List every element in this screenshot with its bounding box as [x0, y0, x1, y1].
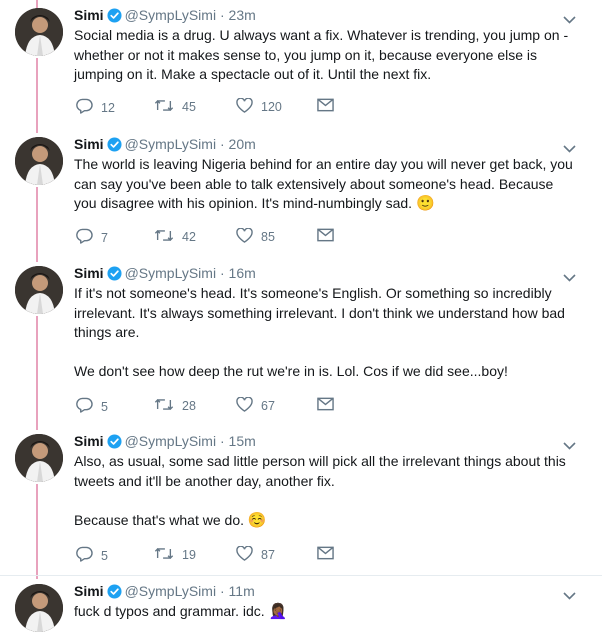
like-button[interactable]: 67 — [236, 396, 275, 415]
reply-button[interactable]: 12 — [76, 98, 115, 117]
dm-button[interactable] — [317, 397, 342, 414]
user-handle[interactable]: @SympLySimi — [125, 136, 217, 152]
user-handle[interactable]: @SympLySimi — [125, 583, 217, 599]
separator: · — [219, 7, 225, 23]
user-handle[interactable]: @SympLySimi — [125, 265, 217, 281]
tweet[interactable]: Simi @SympLySimi · 15m Also, as usual, so… — [0, 426, 602, 575]
envelope-icon — [317, 397, 342, 414]
display-name[interactable]: Simi — [74, 583, 104, 599]
timestamp[interactable]: 20m — [229, 136, 256, 152]
retweet-count: 42 — [182, 230, 196, 244]
avatar[interactable] — [15, 434, 63, 482]
reply-icon — [76, 228, 101, 247]
verified-badge-icon — [107, 434, 122, 454]
like-count: 67 — [261, 399, 275, 413]
dm-button[interactable] — [317, 546, 342, 563]
tweet-paragraph: Social media is a drug. U always want a … — [74, 27, 569, 82]
avatar[interactable] — [15, 266, 63, 314]
heart-icon — [236, 545, 261, 564]
tweet-paragraph: Because that's what we do. — [74, 511, 244, 528]
display-name[interactable]: Simi — [74, 136, 104, 152]
tweet[interactable]: Simi @SympLySimi · 11m fuck d typos and g… — [0, 575, 602, 632]
retweet-icon — [154, 228, 182, 246]
tweet-paragraph: fuck d typos and grammar. idc. — [74, 603, 265, 619]
tweet-text: If it's not someone's head. It's someone… — [74, 284, 574, 382]
reply-button[interactable]: 7 — [76, 228, 108, 247]
reply-count: 5 — [101, 548, 108, 563]
timestamp[interactable]: 16m — [229, 265, 256, 281]
verified-badge-icon — [107, 8, 122, 28]
envelope-icon — [317, 546, 342, 563]
timestamp[interactable]: 11m — [229, 583, 255, 599]
tweet-text: The world is leaving Nigeria behind for … — [74, 155, 574, 214]
envelope-icon — [317, 228, 342, 245]
avatar[interactable] — [15, 137, 63, 185]
tweet-paragraph: If it's not someone's head. It's someone… — [74, 285, 565, 340]
dm-button[interactable] — [317, 98, 342, 115]
tweet[interactable]: Simi @SympLySimi · 23m Social media is a … — [0, 0, 602, 126]
like-button[interactable]: 120 — [236, 97, 282, 116]
like-count: 87 — [261, 548, 275, 562]
dm-button[interactable] — [317, 228, 342, 245]
envelope-icon — [317, 98, 342, 115]
reply-button[interactable]: 5 — [76, 397, 108, 416]
display-name[interactable]: Simi — [74, 433, 104, 449]
retweet-button[interactable]: 42 — [154, 228, 196, 246]
tweet-header: Simi @SympLySimi · 23m — [74, 6, 572, 28]
user-handle[interactable]: @SympLySimi — [125, 433, 217, 449]
retweet-icon — [154, 397, 182, 415]
tweet-header: Simi @SympLySimi · 15m — [74, 432, 572, 454]
heart-icon — [236, 227, 261, 246]
tweet-paragraph: The world is leaving Nigeria behind for … — [74, 156, 573, 211]
separator: · — [219, 265, 225, 281]
display-name[interactable]: Simi — [74, 265, 104, 281]
reply-icon — [76, 397, 101, 416]
retweet-count: 19 — [182, 548, 196, 562]
tweet-text: Also, as usual, some sad little person w… — [74, 452, 574, 530]
timestamp[interactable]: 15m — [229, 433, 256, 449]
user-handle[interactable]: @SympLySimi — [125, 7, 217, 23]
avatar[interactable] — [15, 584, 63, 632]
separator: · — [219, 583, 225, 599]
separator: · — [219, 136, 225, 152]
smiling-emoji: ☺️ — [247, 511, 267, 529]
retweet-button[interactable]: 28 — [154, 397, 196, 415]
reply-icon — [76, 98, 101, 117]
reply-count: 7 — [101, 230, 108, 245]
separator: · — [219, 433, 225, 449]
verified-badge-icon — [107, 137, 122, 157]
avatar[interactable] — [15, 8, 63, 56]
like-count: 85 — [261, 230, 275, 244]
reply-button[interactable]: 5 — [76, 546, 108, 565]
reply-icon — [76, 546, 101, 565]
like-count: 120 — [261, 100, 282, 114]
retweet-icon — [154, 98, 182, 116]
retweet-icon — [154, 546, 182, 564]
reply-count: 12 — [101, 100, 115, 115]
like-button[interactable]: 87 — [236, 545, 275, 564]
facepalm-emoji: 🤦🏾‍♀️ — [268, 603, 288, 620]
tweet-text: Social media is a drug. U always want a … — [74, 26, 574, 85]
tweet-paragraph: Also, as usual, some sad little person w… — [74, 453, 566, 489]
retweet-button[interactable]: 19 — [154, 546, 196, 564]
tweet-paragraph: We don't see how deep the rut we're in i… — [74, 363, 508, 379]
retweet-count: 28 — [182, 399, 196, 413]
retweet-count: 45 — [182, 100, 196, 114]
tweet-text: fuck d typos and grammar. idc. 🤦🏾‍♀️ — [74, 602, 574, 622]
display-name[interactable]: Simi — [74, 7, 104, 23]
tweet-header: Simi @SympLySimi · 11m — [74, 582, 572, 604]
retweet-button[interactable]: 45 — [154, 98, 196, 116]
tweet-header: Simi @SympLySimi · 16m — [74, 264, 572, 286]
verified-badge-icon — [107, 266, 122, 286]
timestamp[interactable]: 23m — [229, 7, 256, 23]
heart-icon — [236, 97, 261, 116]
slightly-smiling-emoji: 🙂 — [415, 195, 435, 212]
heart-icon — [236, 396, 261, 415]
tweet[interactable]: Simi @SympLySimi · 16m If it's not someon… — [0, 258, 602, 426]
verified-badge-icon — [107, 584, 122, 604]
tweet-header: Simi @SympLySimi · 20m — [74, 135, 572, 157]
tweet[interactable]: Simi @SympLySimi · 20m The world is leavi… — [0, 129, 602, 258]
reply-count: 5 — [101, 399, 108, 414]
like-button[interactable]: 85 — [236, 227, 275, 246]
